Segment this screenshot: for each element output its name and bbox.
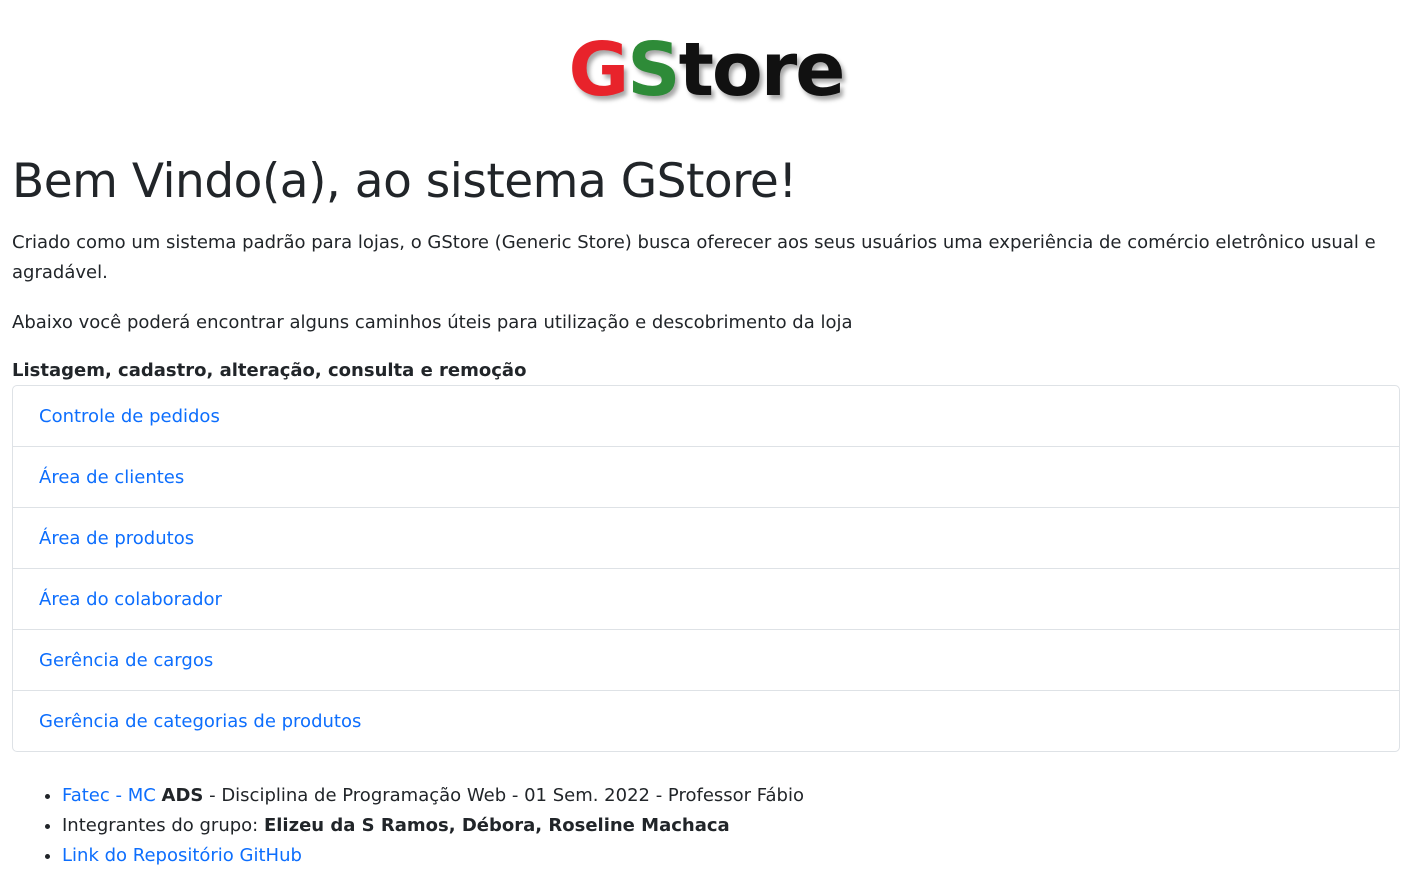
list-item-categories: Gerência de categorias de produtos: [13, 691, 1399, 751]
paths-intro-text: Abaixo você poderá encontrar alguns cami…: [12, 312, 853, 333]
discipline-text: - Disciplina de Programação Web - 01 Sem…: [203, 785, 804, 806]
roles-management-link[interactable]: Gerência de cargos: [39, 650, 213, 671]
group-members-item: Integrantes do grupo: Elizeu da S Ramos,…: [62, 811, 1400, 841]
intro-text: Criado como um sistema padrão para lojas…: [12, 232, 1376, 283]
repository-item: Link do Repositório GitHub: [62, 841, 1400, 871]
list-item-clients: Área de clientes: [13, 447, 1399, 508]
course-ads-label: ADS: [161, 785, 204, 806]
navigation-list: Controle de pedidos Área de clientes Áre…: [12, 385, 1400, 752]
list-item-collaborator: Área do colaborador: [13, 569, 1399, 630]
collaborator-area-link[interactable]: Área do colaborador: [39, 589, 222, 610]
course-info-item: Fatec - MC ADS - Disciplina de Programaç…: [62, 781, 1400, 811]
fatec-mc-link[interactable]: Fatec - MC: [62, 785, 156, 806]
page-title: Bem Vindo(a), ao sistema GStore!: [12, 154, 797, 209]
section-title: Listagem, cadastro, alteração, consulta …: [12, 360, 527, 381]
list-item-roles: Gerência de cargos: [13, 630, 1399, 691]
members-names: Elizeu da S Ramos, Débora, Roseline Mach…: [263, 815, 730, 836]
page-container: GStore Bem Vindo(a), ao sistema GStore! …: [0, 0, 1408, 871]
clients-area-link[interactable]: Área de clientes: [39, 467, 184, 488]
footer-info-list: Fatec - MC ADS - Disciplina de Programaç…: [12, 781, 1400, 871]
product-categories-link[interactable]: Gerência de categorias de produtos: [39, 711, 361, 732]
github-repository-link[interactable]: Link do Repositório GitHub: [62, 845, 302, 866]
logo-letters-tore: tore: [678, 27, 846, 113]
logo-letter-g: G: [568, 27, 630, 113]
list-item-orders: Controle de pedidos: [13, 386, 1399, 447]
logo-letter-s: S: [627, 27, 680, 113]
gstore-logo: GStore: [12, 0, 1400, 118]
members-label: Integrantes do grupo:: [62, 815, 264, 836]
orders-control-link[interactable]: Controle de pedidos: [39, 406, 220, 427]
products-area-link[interactable]: Área de produtos: [39, 528, 194, 549]
list-item-products: Área de produtos: [13, 508, 1399, 569]
